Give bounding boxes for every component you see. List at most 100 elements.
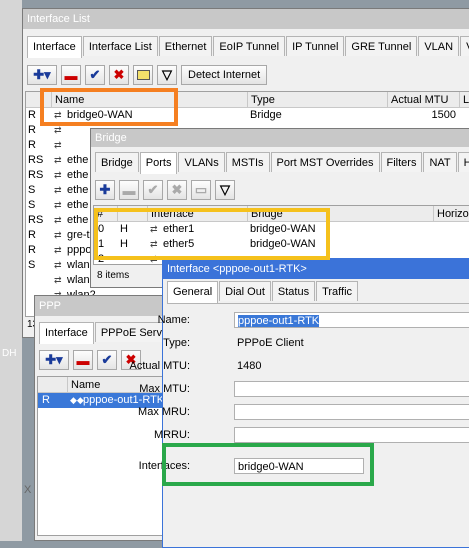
tab-vlans[interactable]: VLANs [178, 152, 225, 172]
tab-ports[interactable]: Ports [139, 152, 178, 174]
col-l2[interactable]: L2 [460, 92, 469, 108]
col-interface[interactable]: Interface [148, 206, 248, 222]
row-flag: H [120, 223, 128, 235]
interface-list-tabs: Interface Interface List Ethernet EoIP T… [27, 36, 469, 58]
bridge-comment-button[interactable]: ▭ [191, 180, 211, 200]
col-actual-mtu[interactable]: Actual MTU [388, 92, 460, 108]
row-flag: S [28, 184, 36, 196]
interfaces-field[interactable]: bridge0-WAN [234, 458, 364, 474]
row-name: gre-t [67, 229, 90, 241]
comment-button[interactable] [133, 65, 153, 85]
col-flags[interactable] [26, 92, 52, 108]
ppp-titlebar[interactable]: PPP [35, 296, 173, 316]
row-name: ethe [67, 199, 89, 211]
col-name[interactable]: Name [52, 92, 248, 108]
row-name: ethe [67, 184, 89, 196]
row-number: 0 [98, 223, 105, 235]
comment-icon [136, 70, 150, 80]
bridge-add-button[interactable]: ✚ [95, 180, 115, 200]
type-label: Type: [163, 337, 190, 349]
bridge-remove-button[interactable]: ▬ [119, 180, 139, 200]
remove-button[interactable]: ▬ [61, 65, 81, 85]
col-type[interactable]: Type [248, 92, 388, 108]
mrru-label: MRRU: [153, 429, 190, 441]
row-number: 2 [98, 253, 105, 265]
tab-nat[interactable]: NAT [423, 152, 457, 172]
tab-general[interactable]: General [167, 281, 219, 303]
tab-v[interactable]: V [460, 36, 469, 56]
row-name: ethe [67, 169, 89, 181]
interface-icon: ⇄ [54, 275, 62, 285]
tab-interface[interactable]: Interface [27, 36, 82, 58]
table-row[interactable]: 1 H ⇄ ether5 bridge0-WAN [94, 237, 469, 252]
interface-icon: ⇄ [54, 215, 62, 225]
col-horizon[interactable]: Horizon [434, 206, 469, 222]
add-button[interactable]: ✚▾ [27, 65, 57, 85]
tab-mstis[interactable]: MSTIs [225, 152, 270, 172]
ppp-table: Name R ◆◆pppoe-out1-RTK [37, 376, 173, 536]
row-flag: R [28, 109, 36, 121]
interface-icon: ⇄ [54, 200, 62, 210]
bridge-titlebar[interactable]: Bridge [91, 129, 469, 147]
interface-icon: ⇄ [54, 245, 62, 255]
max-mru-field[interactable] [234, 404, 469, 420]
pppoe-interface-window: Interface <pppoe-out1-RTK> General Dial … [162, 258, 469, 548]
bridge-disable-button[interactable]: ✖ [167, 180, 187, 200]
col-bridge[interactable]: Bridge [248, 206, 434, 222]
row-flag: R [28, 244, 36, 256]
row-mtu: 1500 [431, 109, 456, 121]
tab-traffic[interactable]: Traffic [316, 281, 359, 301]
ppp-col-flags[interactable] [38, 377, 68, 393]
mrru-field[interactable] [234, 427, 469, 443]
tab-status[interactable]: Status [271, 281, 316, 301]
type-field: PPPoE Client [234, 335, 469, 351]
tab-ip-tunnel[interactable]: IP Tunnel [286, 36, 345, 56]
tab-vlan[interactable]: VLAN [418, 36, 460, 56]
col-flag[interactable] [118, 206, 148, 222]
filter-icon: ▽ [220, 182, 230, 197]
tab-interface-list[interactable]: Interface List [82, 36, 158, 56]
row-interface: ether5 [163, 238, 195, 250]
name-field[interactable]: pppoe-out1-RTK [234, 312, 469, 328]
bridge-filter-button[interactable]: ▽ [215, 180, 235, 200]
col-number[interactable]: # [94, 206, 118, 222]
interface-icon: ⇄ [54, 230, 62, 240]
name-label: Name: [157, 314, 190, 326]
row-name: pppoe-out1-RTK [83, 394, 165, 406]
tab-gre-tunnel[interactable]: GRE Tunnel [345, 36, 418, 56]
left-panel-x: X [24, 484, 32, 496]
interfaces-label: Interfaces: [138, 460, 190, 472]
minus-icon: ▬ [64, 67, 78, 83]
row-flag: R [28, 139, 36, 151]
bridge-enable-button[interactable]: ✔ [143, 180, 163, 200]
tab-eoip-tunnel[interactable]: EoIP Tunnel [213, 36, 286, 56]
interface-list-titlebar[interactable]: Interface List [23, 9, 469, 29]
tab-filters[interactable]: Filters [380, 152, 423, 172]
ppp-add-button[interactable]: ✚▾ [39, 350, 69, 370]
pppoe-titlebar[interactable]: Interface <pppoe-out1-RTK> [163, 259, 469, 279]
filter-button[interactable]: ▽ [157, 65, 177, 85]
table-row[interactable]: 0 H ⇄ ether1 bridge0-WAN [94, 222, 469, 237]
row-flag: R [28, 124, 36, 136]
row-flag: RS [28, 169, 44, 181]
row-name: ethe [67, 154, 89, 166]
tab-ethernet[interactable]: Ethernet [158, 36, 213, 56]
row-name: bridge0-WAN [67, 109, 133, 121]
tab-port-mst-overrides[interactable]: Port MST Overrides [270, 152, 380, 172]
tab-bridge[interactable]: Bridge [95, 152, 139, 172]
detect-internet-button[interactable]: Detect Internet [181, 65, 268, 85]
interface-icon: ⇄ [54, 140, 62, 150]
bridge-toolbar: ✚ ▬ ✔ ✖ ▭ ▽ [95, 178, 235, 202]
interface-icon: ⇄ [54, 260, 62, 270]
plus-icon: ✚▾ [33, 67, 51, 82]
left-panel-title: DH [2, 348, 17, 359]
enable-button[interactable]: ✔ [85, 65, 105, 85]
ethernet-icon: ⇄ [150, 224, 158, 234]
filter-icon: ▽ [162, 67, 172, 82]
max-mtu-field[interactable] [234, 381, 469, 397]
tab-dial-out[interactable]: Dial Out [219, 281, 271, 301]
table-row[interactable]: R ⇄ bridge0-WAN Bridge 1500 [26, 108, 469, 123]
disable-button[interactable]: ✖ [109, 65, 129, 85]
interface-icon: ⇄ [54, 185, 62, 195]
tab-ho[interactable]: Ho [457, 152, 469, 172]
